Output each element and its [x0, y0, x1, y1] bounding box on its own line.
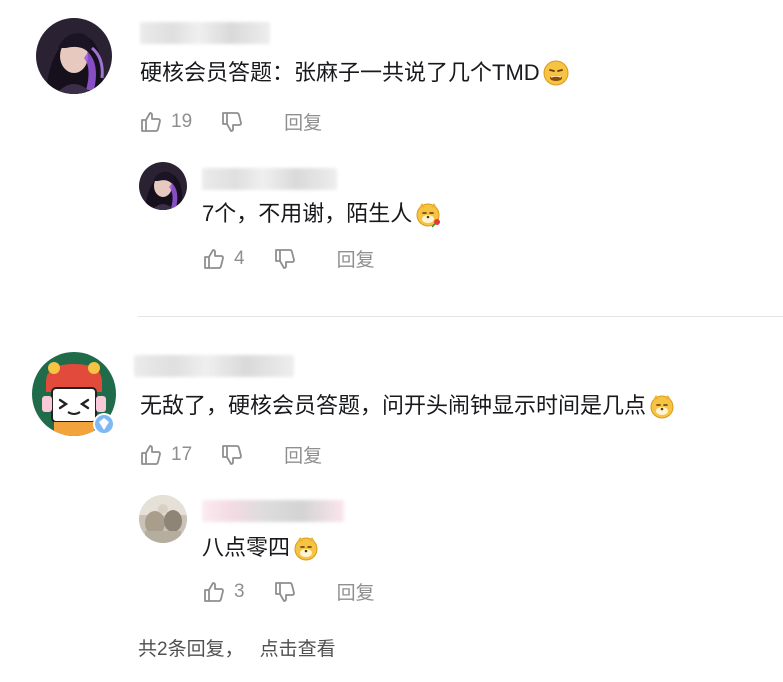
- thumbs-up-icon: [204, 581, 224, 602]
- like-button[interactable]: 3: [202, 580, 245, 604]
- thumbs-down-icon: [274, 248, 295, 269]
- user-avatar[interactable]: [36, 18, 112, 94]
- reply-user-avatar[interactable]: [139, 162, 187, 210]
- comment-text-content: 硬核会员答题：张麻子一共说了几个TMD: [140, 60, 540, 85]
- doge-icon: [292, 534, 320, 562]
- reply-text-content: 7个，不用谢，陌生人: [202, 201, 413, 226]
- comment-divider: [138, 316, 783, 317]
- like-count: 17: [171, 443, 193, 465]
- thumbs-up-icon: [141, 444, 161, 465]
- comment-text-content: 无敌了，硬核会员答题，问开头闹钟显示时间是几点: [140, 393, 647, 418]
- dislike-button[interactable]: [220, 110, 244, 134]
- username-redacted[interactable]: [134, 355, 294, 377]
- reply-actions: 3 回复: [202, 578, 375, 605]
- like-button[interactable]: 4: [202, 247, 245, 271]
- user-avatar[interactable]: [32, 352, 116, 436]
- reply-count-text: 共2条回复，: [138, 639, 244, 660]
- thumbs-up-icon: [204, 248, 224, 269]
- thumbs-down-icon: [222, 111, 243, 132]
- avatar-image: [36, 18, 112, 94]
- avatar-image: [139, 162, 187, 210]
- reply-actions: 4 回复: [202, 245, 375, 272]
- dislike-button[interactable]: [273, 580, 297, 604]
- reply-text-content: 八点零四: [202, 535, 291, 560]
- thumbs-down-icon: [222, 444, 243, 465]
- vomiting-face-icon: [542, 59, 570, 87]
- like-count: 3: [234, 580, 245, 602]
- username-redacted[interactable]: [140, 22, 270, 44]
- like-count: 4: [234, 247, 245, 269]
- reply-text: 八点零四: [202, 533, 320, 563]
- thumbs-up-icon: [141, 111, 161, 132]
- reply-button[interactable]: 回复: [337, 245, 375, 272]
- dislike-button[interactable]: [273, 247, 297, 271]
- click-to-view-link[interactable]: 点击查看: [260, 639, 336, 660]
- doge-icon: [648, 392, 676, 420]
- doge-rose-icon: [414, 200, 442, 228]
- view-more-replies-link[interactable]: 共2条回复， 点击查看: [138, 634, 336, 661]
- like-count: 19: [171, 110, 193, 132]
- dislike-button[interactable]: [220, 443, 244, 467]
- like-button[interactable]: 19: [139, 110, 192, 134]
- comment-text: 硬核会员答题：张麻子一共说了几个TMD: [140, 58, 570, 88]
- reply-button[interactable]: 回复: [337, 578, 375, 605]
- comment-actions: 19 回复: [139, 108, 322, 135]
- reply-text: 7个，不用谢，陌生人: [202, 199, 442, 229]
- reply-button[interactable]: 回复: [284, 441, 322, 468]
- comment-text: 无敌了，硬核会员答题，问开头闹钟显示时间是几点: [140, 391, 676, 421]
- comment-actions: 17 回复: [139, 441, 322, 468]
- reply-username-redacted[interactable]: [202, 500, 344, 522]
- thumbs-down-icon: [274, 581, 295, 602]
- reply-username-redacted[interactable]: [202, 168, 337, 190]
- reply-button[interactable]: 回复: [284, 108, 322, 135]
- like-button[interactable]: 17: [139, 443, 192, 467]
- avatar-image: [139, 495, 187, 543]
- avatar-image: [32, 352, 116, 436]
- reply-user-avatar[interactable]: [139, 495, 187, 543]
